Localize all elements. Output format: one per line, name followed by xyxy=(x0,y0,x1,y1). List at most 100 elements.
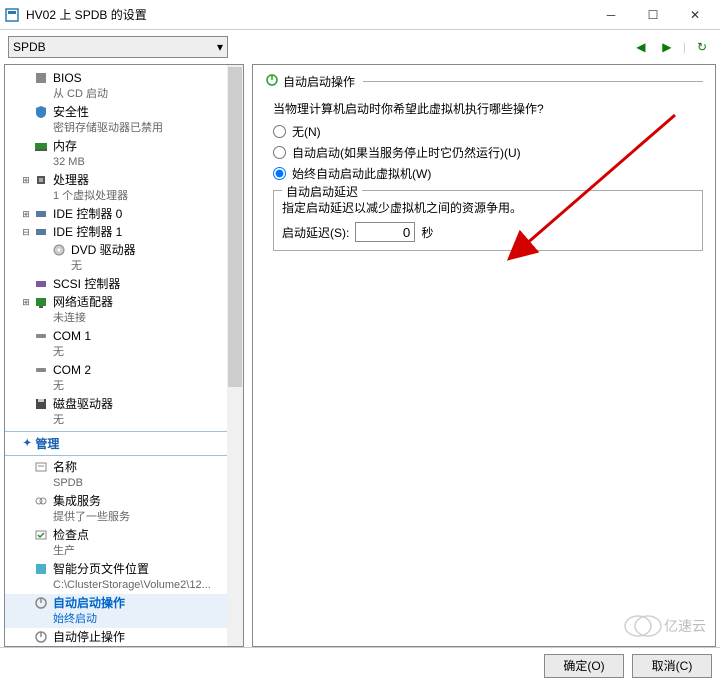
radio-auto-if-label: 自动启动(如果当服务停止时它仍然运行)(U) xyxy=(292,144,521,161)
scrollbar[interactable] xyxy=(227,65,243,646)
close-button[interactable]: ✕ xyxy=(674,1,716,29)
tree-item-label: BIOS xyxy=(53,70,108,86)
tree-item-smartpaging[interactable]: 智能分页文件位置C:\ClusterStorage\Volume2\12... xyxy=(5,560,243,594)
description-text: 当物理计算机启动时你希望此虚拟机执行哪些操作? xyxy=(273,100,703,117)
tree-item-floppy[interactable]: 磁盘驱动器无 xyxy=(5,395,243,429)
com-icon xyxy=(33,328,49,344)
tree-item-autostop[interactable]: 自动停止操作保存 xyxy=(5,628,243,647)
tree-item-label: IDE 控制器 1 xyxy=(53,224,122,240)
scsi-icon xyxy=(33,276,49,292)
tree-item-memory[interactable]: 内存32 MB xyxy=(5,137,243,171)
tree-item-sublabel: 未连接 xyxy=(53,310,113,326)
cancel-button[interactable]: 取消(C) xyxy=(632,654,712,678)
management-section-header[interactable]: ✦ 管理 xyxy=(5,431,243,456)
tree-item-bios[interactable]: BIOS从 CD 启动 xyxy=(5,69,243,103)
shield-icon xyxy=(33,104,49,120)
title-bar: HV02 上 SPDB 的设置 ─ ☐ ✕ xyxy=(0,0,720,30)
tree-item-ide0[interactable]: ⊞ IDE 控制器 0 xyxy=(5,205,243,223)
tree-item-name[interactable]: 名称SPDB xyxy=(5,458,243,492)
smartpaging-icon xyxy=(33,561,49,577)
group-header: 自动启动操作 xyxy=(265,73,703,90)
tree-item-label: SCSI 控制器 xyxy=(53,276,120,292)
delay-label: 启动延迟(S): xyxy=(282,224,349,241)
tree-item-label: 智能分页文件位置 xyxy=(53,561,211,577)
tree-item-integration[interactable]: 集成服务提供了一些服务 xyxy=(5,492,243,526)
bios-icon xyxy=(33,70,49,86)
tree-item-sublabel: 生产 xyxy=(53,543,89,559)
tree-item-sublabel: 密钥存储驱动器已禁用 xyxy=(53,120,163,136)
app-icon xyxy=(4,7,20,23)
radio-none[interactable]: 无(N) xyxy=(273,123,703,140)
next-button[interactable]: ▶ xyxy=(657,37,677,57)
dvd-icon xyxy=(51,242,67,258)
tree-item-dvd[interactable]: DVD 驱动器无 xyxy=(5,241,243,275)
tree-item-scsi[interactable]: SCSI 控制器 xyxy=(5,275,243,293)
expand-toggle[interactable]: ⊞ xyxy=(19,294,33,310)
maximize-button[interactable]: ☐ xyxy=(632,1,674,29)
toolbar: SPDB ▾ ◀ ▶ | ↻ xyxy=(0,30,720,64)
tree-item-cpu[interactable]: ⊞处理器1 个虚拟处理器 xyxy=(5,171,243,205)
group-title: 自动启动操作 xyxy=(283,73,355,90)
cpu-icon xyxy=(33,172,49,188)
delay-info: 指定启动延迟以减少虚拟机之间的资源争用。 xyxy=(282,199,694,216)
caret-icon: ✦ xyxy=(23,438,31,449)
vm-selector-value: SPDB xyxy=(13,40,46,54)
expand-toggle[interactable]: ⊟ xyxy=(19,224,33,240)
tree-item-label: COM 2 xyxy=(53,362,91,378)
delay-input[interactable] xyxy=(355,222,415,242)
tree-item-sublabel: 提供了一些服务 xyxy=(53,509,130,525)
settings-tree[interactable]: BIOS从 CD 启动安全性密钥存储驱动器已禁用内存32 MB⊞处理器1 个虚拟… xyxy=(4,64,244,647)
floppy-icon xyxy=(33,396,49,412)
ram-icon xyxy=(33,138,49,154)
tree-item-security[interactable]: 安全性密钥存储驱动器已禁用 xyxy=(5,103,243,137)
toolbar-separator: | xyxy=(683,40,686,54)
tree-item-label: 名称 xyxy=(53,459,83,475)
tree-item-sublabel: C:\ClusterStorage\Volume2\12... xyxy=(53,577,211,593)
refresh-button[interactable]: ↻ xyxy=(692,37,712,57)
tree-item-sublabel: 从 CD 启动 xyxy=(53,86,108,102)
tree-item-ide1[interactable]: ⊟ IDE 控制器 1 xyxy=(5,223,243,241)
delay-legend: 自动启动延迟 xyxy=(282,183,362,200)
radio-auto-if[interactable]: 自动启动(如果当服务停止时它仍然运行)(U) xyxy=(273,144,703,161)
tree-item-label: 集成服务 xyxy=(53,493,130,509)
tree-item-label: 安全性 xyxy=(53,104,163,120)
minimize-button[interactable]: ─ xyxy=(590,1,632,29)
tree-item-sublabel: 始终启动 xyxy=(53,611,125,627)
ok-button[interactable]: 确定(O) xyxy=(544,654,624,678)
prev-button[interactable]: ◀ xyxy=(631,37,651,57)
tree-item-label: 磁盘驱动器 xyxy=(53,396,113,412)
ide-icon xyxy=(33,206,49,222)
dialog-footer: 确定(O) 取消(C) xyxy=(0,647,720,683)
vm-selector[interactable]: SPDB ▾ xyxy=(8,36,228,58)
tree-item-checkpoint[interactable]: 检查点生产 xyxy=(5,526,243,560)
tree-item-label: 检查点 xyxy=(53,527,89,543)
tree-item-sublabel: 无 xyxy=(53,344,91,360)
tree-item-sublabel: 32 MB xyxy=(53,154,85,170)
tree-item-sublabel: 无 xyxy=(53,378,91,394)
tree-item-com2[interactable]: COM 2无 xyxy=(5,361,243,395)
tree-item-label: IDE 控制器 0 xyxy=(53,206,122,222)
tree-item-sublabel: 无 xyxy=(53,412,113,428)
section-title: 管理 xyxy=(35,435,59,452)
power-icon xyxy=(33,595,49,611)
tree-item-label: 网络适配器 xyxy=(53,294,113,310)
tree-item-autostart[interactable]: 自动启动操作始终启动 xyxy=(5,594,243,628)
delay-group: 自动启动延迟 指定启动延迟以减少虚拟机之间的资源争用。 启动延迟(S): 秒 xyxy=(273,190,703,251)
radio-always[interactable]: 始终自动启动此虚拟机(W) xyxy=(273,165,703,182)
radio-always-input[interactable] xyxy=(273,167,286,180)
radio-none-input[interactable] xyxy=(273,125,286,138)
tree-item-sublabel: 保存 xyxy=(53,645,125,647)
tree-item-net[interactable]: ⊞ 网络适配器未连接 xyxy=(5,293,243,327)
expand-toggle[interactable]: ⊞ xyxy=(19,172,33,188)
integration-icon xyxy=(33,493,49,509)
expand-toggle[interactable]: ⊞ xyxy=(19,206,33,222)
name-icon xyxy=(33,459,49,475)
com-icon xyxy=(33,362,49,378)
radio-always-label: 始终自动启动此虚拟机(W) xyxy=(292,165,431,182)
radio-auto-if-input[interactable] xyxy=(273,146,286,159)
tree-item-com1[interactable]: COM 1无 xyxy=(5,327,243,361)
radio-none-label: 无(N) xyxy=(292,123,321,140)
tree-item-label: DVD 驱动器 xyxy=(71,242,136,258)
nic-icon xyxy=(33,294,49,310)
tree-item-label: 自动启动操作 xyxy=(53,595,125,611)
